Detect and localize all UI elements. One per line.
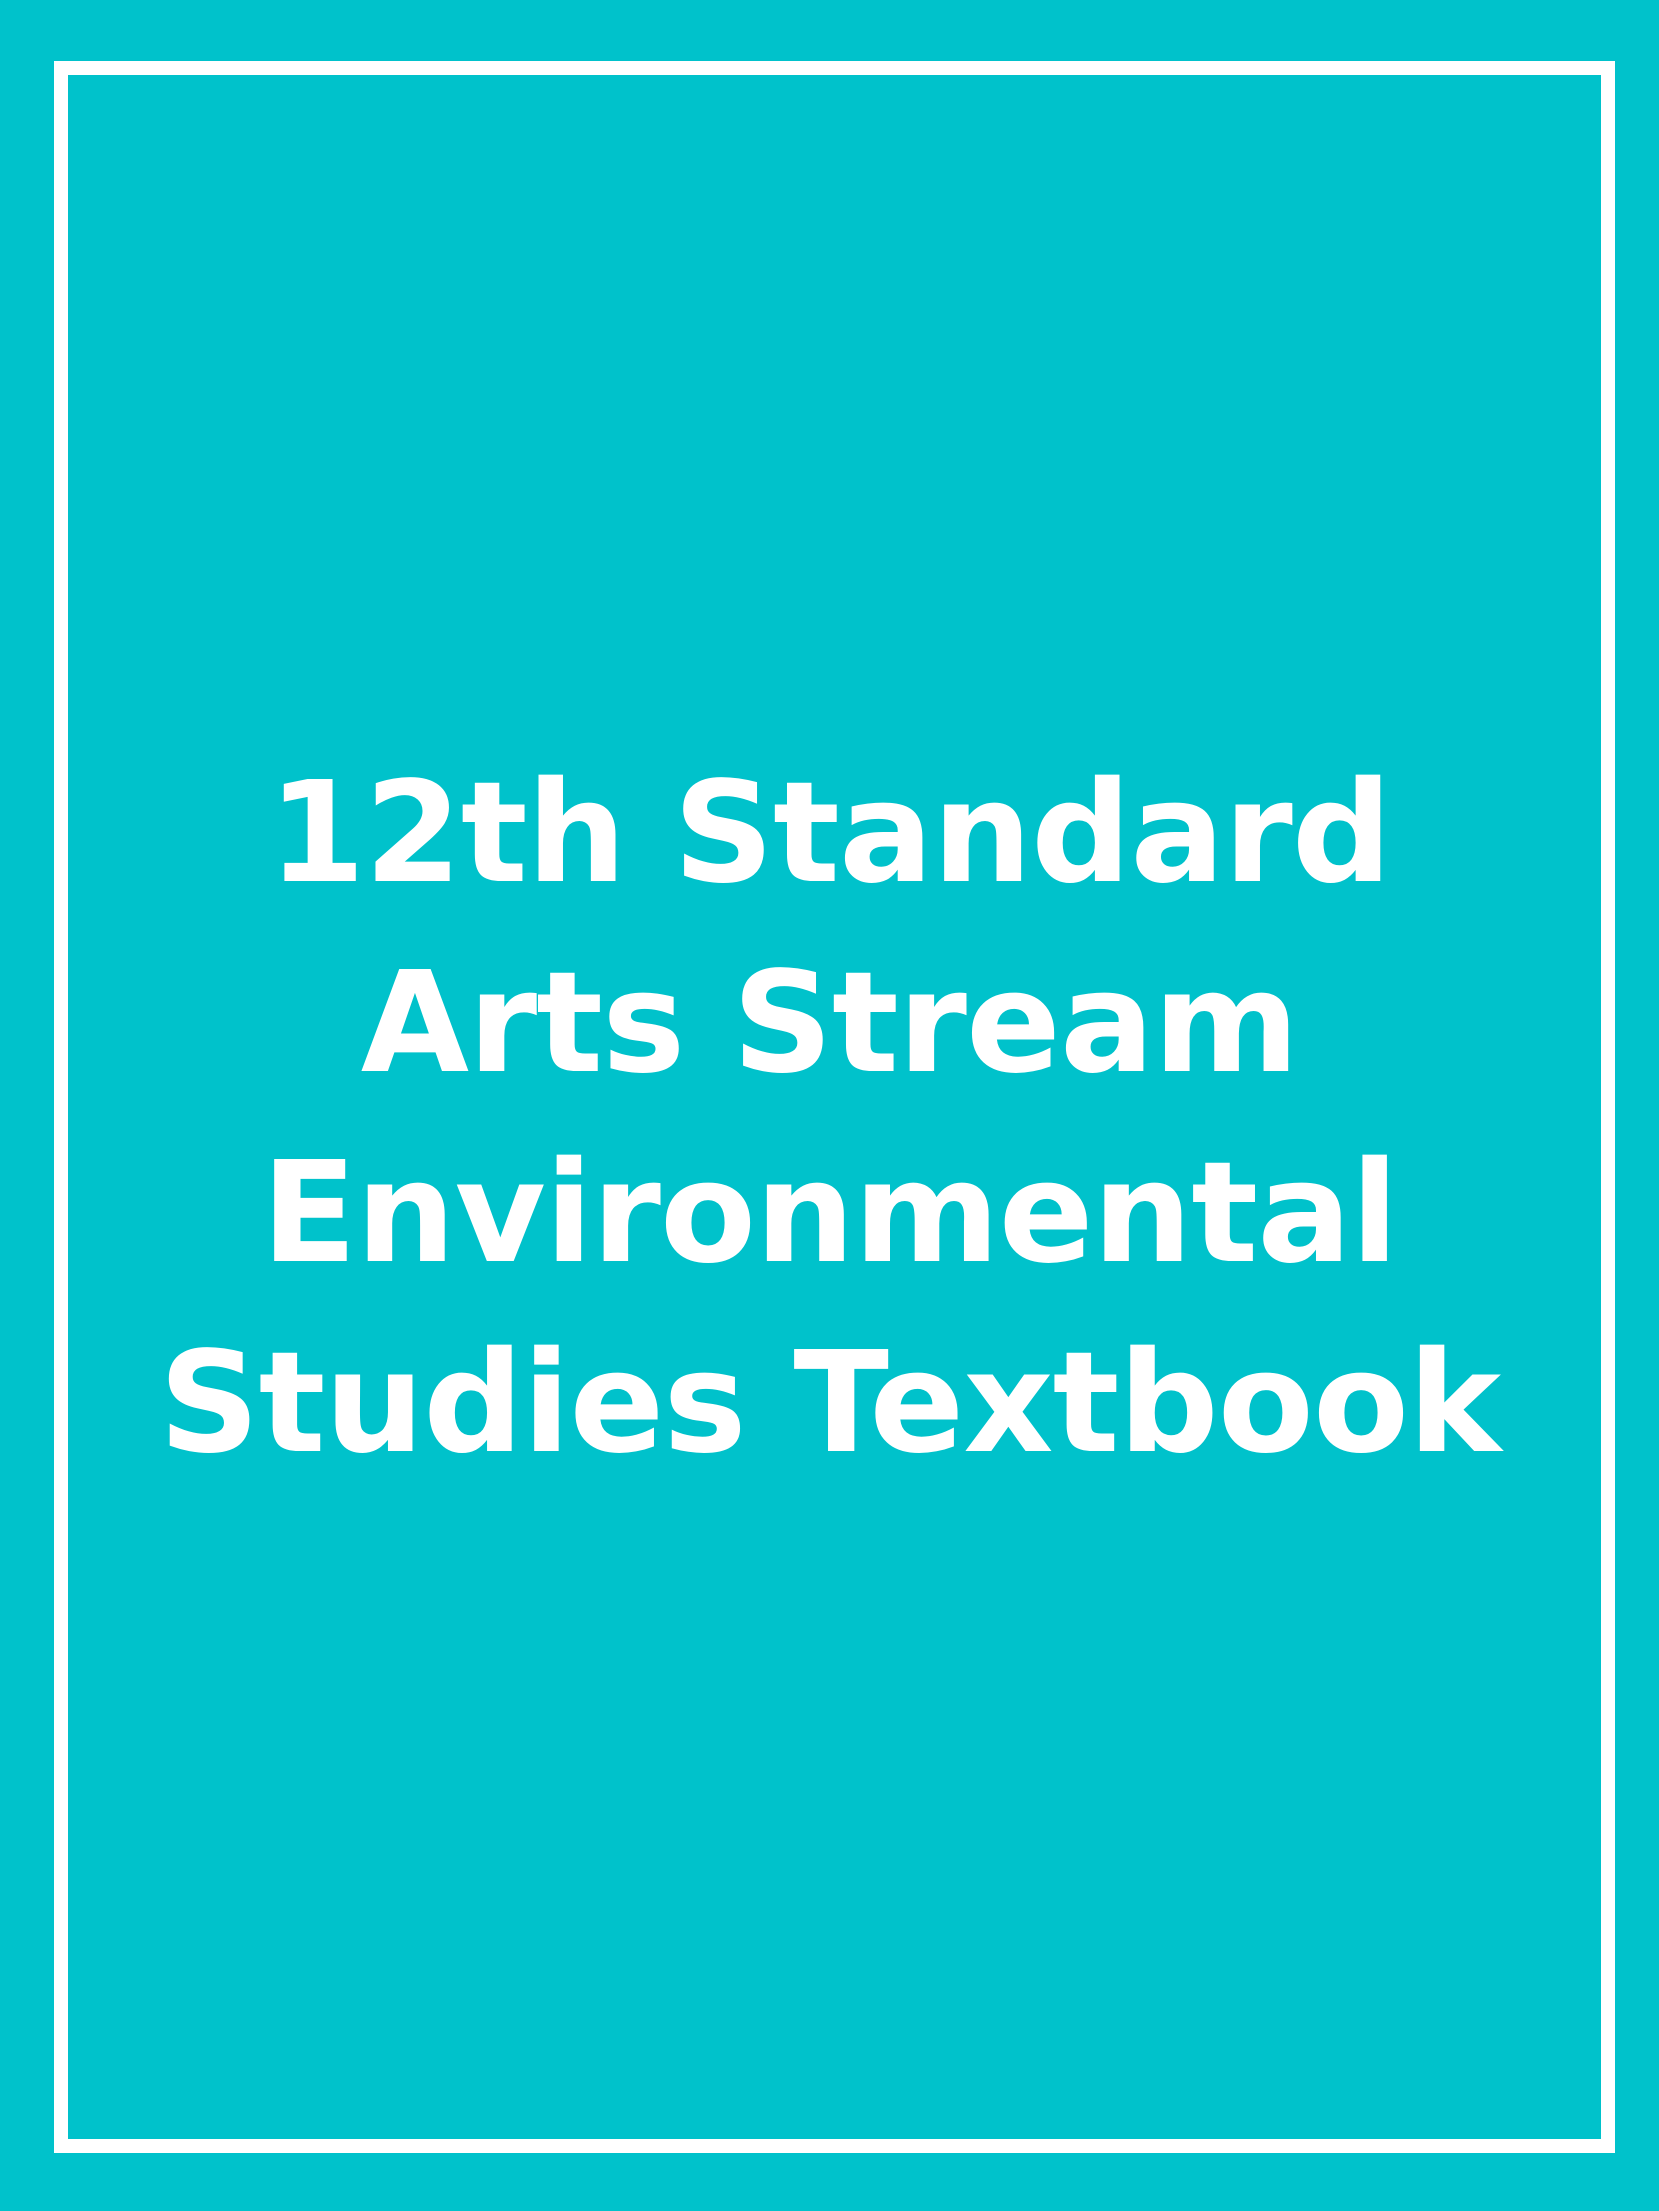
- book-cover: 12th Standard Arts Stream Environmental …: [0, 0, 1659, 2211]
- cover-title: 12th Standard Arts Stream Environmental …: [0, 739, 1659, 1499]
- title-line-grade: 12th Standard: [268, 752, 1392, 915]
- title-line-stream: Arts Stream: [360, 942, 1300, 1105]
- title-line-textbook: Studies Textbook: [158, 1322, 1501, 1485]
- title-line-subject: Environmental: [261, 1132, 1398, 1295]
